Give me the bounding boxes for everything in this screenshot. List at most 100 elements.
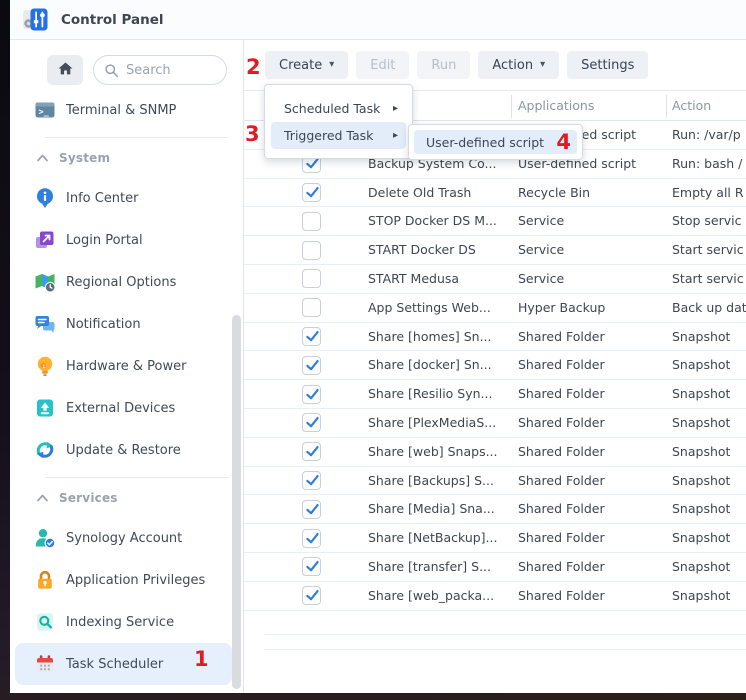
table-row[interactable]: START Docker DSServiceStart servic	[244, 236, 746, 265]
search-box[interactable]	[93, 55, 227, 85]
annotation-step-4: 4	[556, 132, 571, 153]
login-portal-icon	[34, 229, 56, 251]
table-row[interactable]: Share [Resilio Syn...Shared FolderSnapsh…	[244, 380, 746, 409]
create-button[interactable]: Create ▾	[265, 51, 348, 79]
info-center-icon	[34, 187, 56, 209]
column-header-applications[interactable]: Applications	[518, 91, 594, 121]
row-checkbox[interactable]	[302, 356, 321, 375]
svg-text:1: 1	[42, 364, 45, 370]
action-cell: Snapshot	[672, 438, 746, 466]
table-row[interactable]: Share [docker] Sn...Shared FolderSnapsho…	[244, 351, 746, 380]
section-label: System	[59, 151, 110, 165]
menu-item-label: User-defined script	[426, 135, 544, 150]
task-name-cell: Delete Old Trash	[368, 179, 514, 207]
application-cell: Shared Folder	[518, 409, 668, 437]
table-row[interactable]: Share [NetBackup]...Shared FolderSnapsho…	[244, 524, 746, 553]
table-row[interactable]: Share [transfer] S...Shared FolderSnapsh…	[244, 553, 746, 582]
table-row[interactable]: Share [web] Snaps...Shared FolderSnapsho…	[244, 438, 746, 467]
row-checkbox[interactable]	[302, 586, 321, 605]
terminal-icon: >_	[34, 99, 56, 121]
chevron-up-icon	[36, 153, 49, 163]
sidebar-item-label: Indexing Service	[66, 615, 174, 630]
hardware-power-icon: 1	[34, 355, 56, 377]
row-checkbox[interactable]	[302, 241, 321, 260]
row-checkbox[interactable]	[302, 269, 321, 288]
action-button[interactable]: Action ▾	[478, 51, 559, 79]
column-divider	[666, 95, 667, 118]
sidebar-item-indexing-service[interactable]: Indexing Service	[15, 601, 232, 643]
table-row[interactable]: App Settings Web...Hyper BackupBack up d…	[244, 294, 746, 323]
menu-item-user-defined-script[interactable]: User-defined script 4	[414, 130, 577, 154]
task-name-cell: Share [Resilio Syn...	[368, 380, 514, 408]
action-cell: Snapshot	[672, 351, 746, 379]
sidebar-item-update-restore[interactable]: Update & Restore	[15, 429, 232, 471]
sidebar-item-notification[interactable]: Notification	[15, 303, 232, 345]
table-row[interactable]: Share [Media] Sna...Shared FolderSnapsho…	[244, 495, 746, 524]
row-checkbox[interactable]	[302, 442, 321, 461]
submenu-arrow-icon: ▸	[393, 103, 398, 114]
table-row[interactable]: Share [homes] Sn...Shared FolderSnapshot	[244, 323, 746, 352]
row-checkbox[interactable]	[302, 183, 321, 202]
application-cell: Shared Folder	[518, 495, 668, 523]
sidebar-item-synology-account[interactable]: Synology Account	[15, 517, 232, 559]
action-cell: Snapshot	[672, 467, 746, 495]
home-button[interactable]	[47, 55, 83, 85]
submenu-arrow-icon: ▸	[393, 130, 398, 141]
task-name-cell: START Docker DS	[368, 236, 514, 264]
menu-item-triggered-task[interactable]: Triggered Task ▸	[271, 122, 406, 149]
sidebar-item-terminal-snmp[interactable]: >_ Terminal & SNMP	[15, 89, 232, 131]
application-cell: Hyper Backup	[518, 294, 668, 322]
table-row[interactable]: START MedusaServiceStart servic	[244, 265, 746, 294]
edit-button-label: Edit	[370, 58, 395, 73]
settings-button[interactable]: Settings	[567, 51, 648, 79]
search-input[interactable]	[126, 63, 216, 78]
column-header-action[interactable]: Action	[672, 91, 711, 121]
row-checkbox[interactable]	[302, 471, 321, 490]
svg-text:>_: >_	[39, 108, 50, 118]
task-name-cell: Share [web_packa...	[368, 582, 514, 610]
chevron-up-icon	[36, 493, 49, 503]
application-cell: Shared Folder	[518, 524, 668, 552]
application-cell: Service	[518, 236, 668, 264]
sidebar-item-application-privileges[interactable]: Application Privileges	[15, 559, 232, 601]
application-cell: Shared Folder	[518, 351, 668, 379]
action-cell: Snapshot	[672, 380, 746, 408]
table-row[interactable]: Delete Old TrashRecycle BinEmpty all R	[244, 179, 746, 208]
table-row[interactable]: Share [PlexMediaS...Shared FolderSnapsho…	[244, 409, 746, 438]
row-checkbox[interactable]	[302, 385, 321, 404]
sidebar-section-services[interactable]: Services	[10, 478, 243, 517]
home-icon	[57, 60, 74, 81]
edit-button[interactable]: Edit	[356, 51, 409, 79]
application-privileges-icon	[34, 569, 56, 591]
row-checkbox[interactable]	[302, 212, 321, 231]
row-checkbox[interactable]	[302, 327, 321, 346]
update-restore-icon	[34, 439, 56, 461]
sidebar-item-external-devices[interactable]: External Devices	[15, 387, 232, 429]
table-row[interactable]: Share [web_packa...Shared FolderSnapshot	[244, 582, 746, 611]
sidebar-item-info-center[interactable]: Info Center	[15, 177, 232, 219]
row-checkbox[interactable]	[302, 413, 321, 432]
row-checkbox[interactable]	[302, 500, 321, 519]
row-checkbox[interactable]	[302, 557, 321, 576]
sidebar-item-label: External Devices	[66, 401, 175, 416]
sidebar-item-label: Login Portal	[66, 233, 143, 248]
sidebar-section-system[interactable]: System	[10, 138, 243, 177]
row-checkbox[interactable]	[302, 529, 321, 548]
run-button[interactable]: Run	[417, 51, 470, 79]
task-name-cell: Share [homes] Sn...	[368, 323, 514, 351]
sidebar-item-regional-options[interactable]: Regional Options	[15, 261, 232, 303]
task-name-cell: Share [Media] Sna...	[368, 495, 514, 523]
table-row[interactable]: STOP Docker DS M...ServiceStop servic	[244, 207, 746, 236]
menu-item-scheduled-task[interactable]: Scheduled Task ▸	[271, 95, 406, 122]
sidebar-item-hardware-power[interactable]: 1Hardware & Power	[15, 345, 232, 387]
table-row[interactable]: Share [Backups] S...Shared FolderSnapsho…	[244, 467, 746, 496]
application-cell: Shared Folder	[518, 582, 668, 610]
action-cell: Run: /var/p	[672, 121, 746, 149]
row-checkbox[interactable]	[302, 298, 321, 317]
action-cell: Snapshot	[672, 323, 746, 351]
indexing-service-icon	[34, 611, 56, 633]
sidebar-scrollbar-thumb[interactable]	[232, 315, 241, 689]
sidebar-item-login-portal[interactable]: Login Portal	[15, 219, 232, 261]
sidebar-item-label: Update & Restore	[66, 443, 181, 458]
empty-row-separator	[264, 649, 746, 650]
